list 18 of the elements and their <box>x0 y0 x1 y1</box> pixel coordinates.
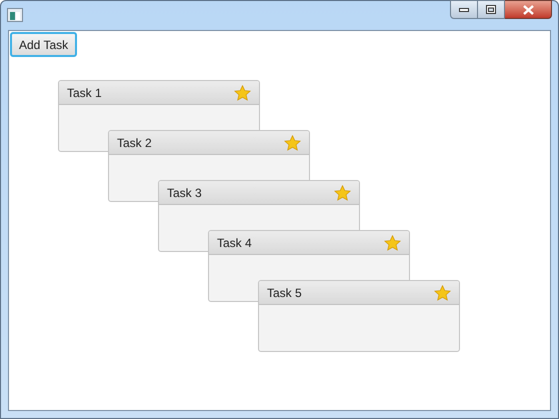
app-icon <box>7 8 23 22</box>
close-button[interactable] <box>505 0 552 19</box>
minimize-icon <box>459 8 469 12</box>
restore-icon <box>486 5 496 14</box>
star-icon <box>434 284 451 300</box>
star-icon <box>334 184 351 200</box>
maximize-button[interactable] <box>478 0 505 19</box>
star-icon <box>384 234 401 250</box>
minimize-button[interactable] <box>450 0 478 19</box>
task-title: Task 3 <box>167 184 202 202</box>
task-title: Task 4 <box>217 234 252 252</box>
star-icon <box>284 134 301 150</box>
star-icon <box>234 84 251 100</box>
task-title: Task 1 <box>67 84 102 102</box>
task-title: Task 5 <box>267 284 302 302</box>
task-title: Task 2 <box>117 134 152 152</box>
add-task-button[interactable]: Add Task <box>10 32 78 57</box>
close-icon <box>522 4 534 14</box>
